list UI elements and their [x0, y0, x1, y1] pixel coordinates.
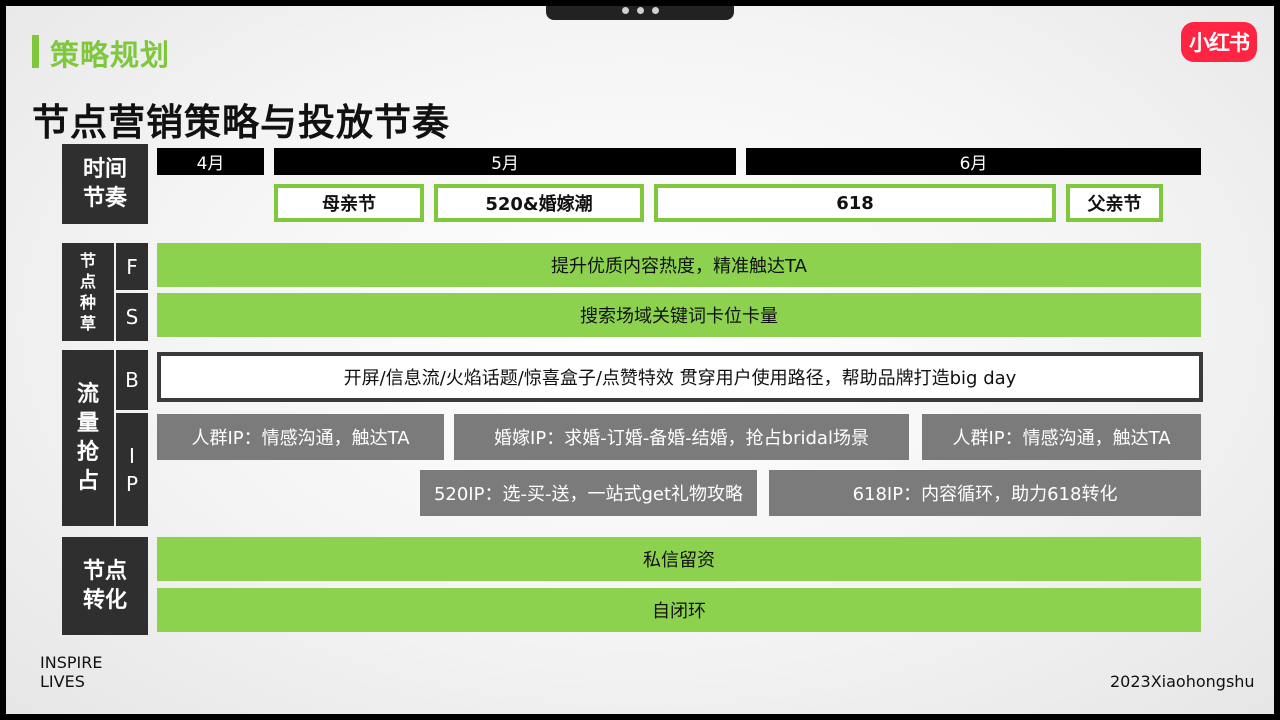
conversion-row-private-message: 私信留资: [157, 537, 1201, 581]
ip-520-gift: 520IP：选-买-送，一站式get礼物攻略: [420, 470, 757, 516]
seeding-row-s: 搜索场域关键词卡位卡量: [157, 293, 1201, 337]
conversion-label: 节点转化: [62, 537, 148, 635]
seeding-label-text: 节点种草: [79, 251, 96, 333]
ip-wedding: 婚嫁IP：求婚-订婚-备婚-结婚，抢占bridal场景: [454, 414, 909, 460]
ip-crowd-left: 人群IP：情感沟通，触达TA: [157, 414, 444, 460]
window-notch: [546, 6, 734, 20]
dot-icon: [652, 7, 659, 14]
traffic-label: 流量抢占: [62, 350, 114, 526]
festival-618: 618: [654, 184, 1056, 222]
footer-tagline-line2: LIVES: [40, 672, 85, 691]
traffic-letter-ip: I P: [116, 413, 148, 526]
festival-fathers-day: 父亲节: [1066, 184, 1163, 222]
footer-copyright: 2023Xiaohongshu: [1110, 672, 1255, 691]
dot-icon: [637, 7, 644, 14]
traffic-letter-b: B: [116, 350, 148, 410]
conversion-label-text: 节点转化: [82, 559, 127, 613]
timeline-label: 时间节奏: [62, 144, 148, 224]
month-june: 6月: [746, 148, 1201, 175]
ip-618: 618IP：内容循环，助力618转化: [769, 470, 1201, 516]
section-title: 策略规划: [50, 38, 171, 72]
month-april: 4月: [157, 148, 264, 175]
seeding-letter-s: S: [116, 293, 148, 341]
seeding-row-f: 提升优质内容热度，精准触达TA: [157, 243, 1201, 287]
festival-520-wedding: 520&婚嫁潮: [434, 184, 644, 222]
ip-crowd-right: 人群IP：情感沟通，触达TA: [922, 414, 1201, 460]
seeding-letter-f: F: [116, 243, 148, 290]
timeline-label-text: 时间节奏: [82, 157, 127, 211]
footer-tagline: INSPIRE LIVES: [40, 653, 102, 691]
conversion-row-closed-loop: 自闭环: [157, 588, 1201, 632]
traffic-row-b: 开屏/信息流/火焰话题/惊喜盒子/点赞特效 贯穿用户使用路径，帮助品牌打造big…: [157, 352, 1203, 402]
page-title: 节点营销策略与投放节奏: [32, 101, 450, 144]
footer-tagline-line1: INSPIRE: [40, 653, 103, 672]
seeding-label: 节点种草: [62, 243, 114, 341]
section-accent-bar: [32, 35, 39, 68]
month-may: 5月: [274, 148, 736, 175]
festival-mothers-day: 母亲节: [274, 184, 424, 222]
traffic-letter-ip-text: I P: [125, 443, 139, 496]
dot-icon: [622, 7, 629, 14]
slide: 策略规划 小红书 节点营销策略与投放节奏 时间节奏 4月 5月 6月 母亲节 5…: [6, 6, 1274, 714]
xiaohongshu-logo: 小红书: [1181, 22, 1257, 62]
traffic-label-text: 流量抢占: [76, 382, 99, 494]
